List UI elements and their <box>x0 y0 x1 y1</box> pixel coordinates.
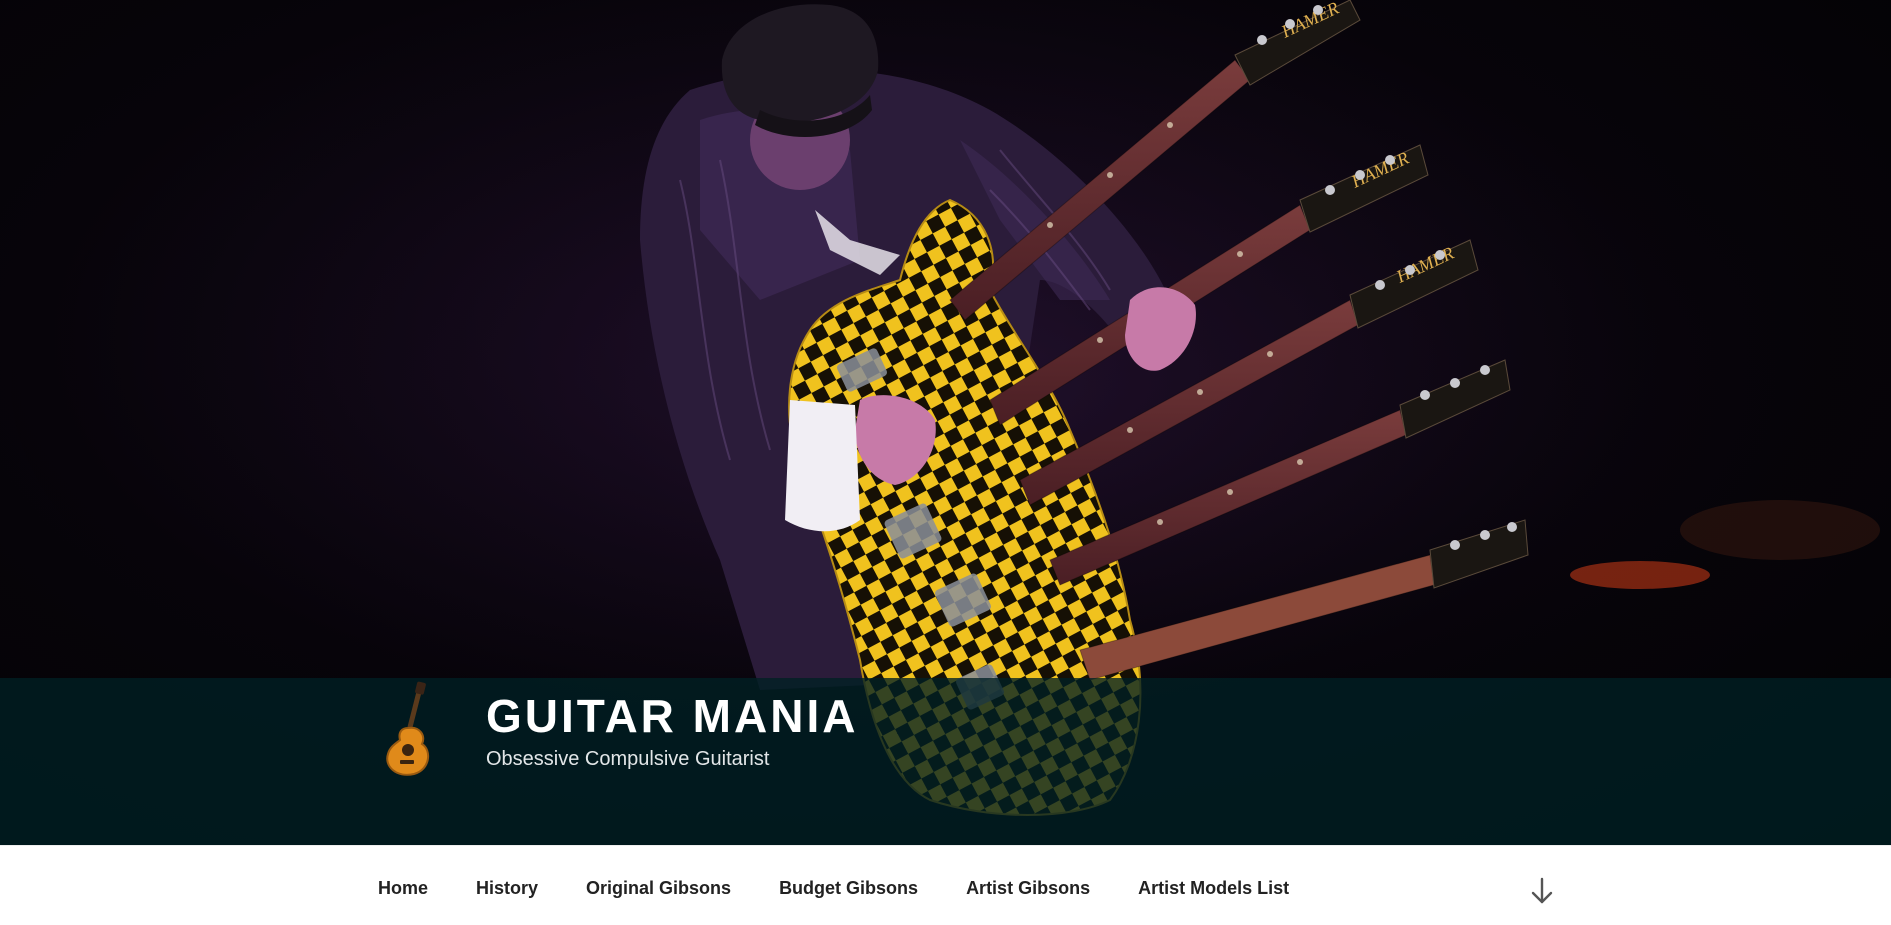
nav-link-history[interactable]: History <box>476 878 538 899</box>
main-navigation: Home History Original Gibsons Budget Gib… <box>0 845 1891 925</box>
nav-item-artist-gibsons: Artist Gibsons <box>966 878 1138 899</box>
guitar-icon[interactable] <box>378 680 448 780</box>
nav-link-artist-models-list[interactable]: Artist Models List <box>1138 878 1289 899</box>
nav-menu: Home History Original Gibsons Budget Gib… <box>378 878 1337 899</box>
site-header: HAMER HAMER HAMER GUITAR MANIA Obsessive… <box>0 0 1891 845</box>
nav-item-artist-models-list: Artist Models List <box>1138 878 1337 899</box>
nav-link-budget-gibsons[interactable]: Budget Gibsons <box>779 878 918 899</box>
nav-link-artist-gibsons[interactable]: Artist Gibsons <box>966 878 1090 899</box>
nav-item-history: History <box>476 878 586 899</box>
site-description: Obsessive Compulsive Guitarist <box>486 748 770 770</box>
branding-bar <box>0 678 1891 845</box>
nav-item-original-gibsons: Original Gibsons <box>586 878 779 899</box>
nav-item-budget-gibsons: Budget Gibsons <box>779 878 966 899</box>
arrow-down-icon[interactable] <box>1528 876 1556 906</box>
nav-link-home[interactable]: Home <box>378 878 428 899</box>
nav-item-home: Home <box>378 878 476 899</box>
nav-link-original-gibsons[interactable]: Original Gibsons <box>586 878 731 899</box>
site-title[interactable]: GUITAR MANIA <box>486 688 858 744</box>
